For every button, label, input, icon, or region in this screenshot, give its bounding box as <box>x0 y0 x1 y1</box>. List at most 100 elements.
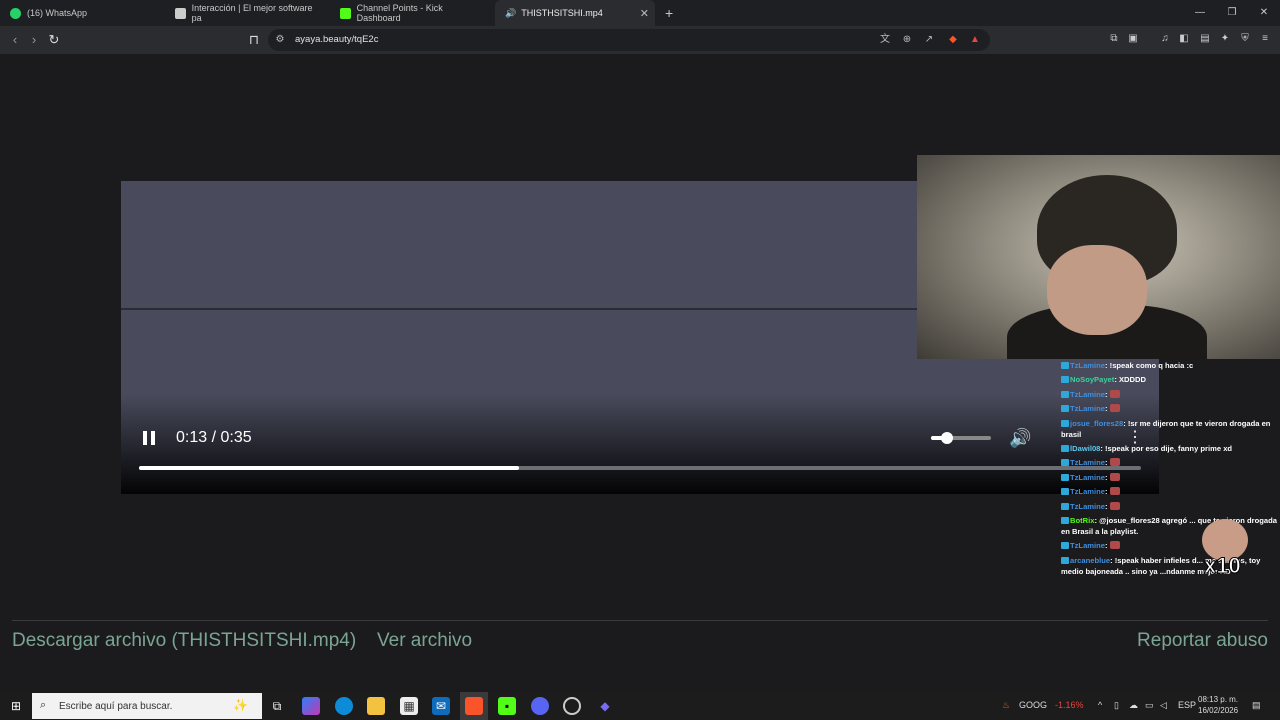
wallet-icon[interactable]: ▣ <box>1126 32 1140 46</box>
footer-divider <box>12 620 1268 621</box>
back-icon[interactable]: ‹ <box>7 32 23 48</box>
crypto-wallet-icon[interactable]: ▤ <box>1198 32 1212 46</box>
menu-icon[interactable]: ≡ <box>1258 32 1272 46</box>
volume-tray-icon[interactable]: ◁ <box>1160 700 1167 711</box>
taskbar-search[interactable]: ⌕ Escribe aquí para buscar. ✨ <box>32 693 262 719</box>
tab-interaccion[interactable]: Interacción | El mejor software pa <box>165 0 330 26</box>
chat-text: : <box>1105 389 1110 399</box>
chat-text: : <box>1105 404 1110 414</box>
brave-shield-icon[interactable]: ◆ <box>946 33 960 47</box>
forward-icon[interactable]: › <box>26 32 42 48</box>
brave-taskbar-icon[interactable] <box>460 692 488 720</box>
minecraft-icon[interactable]: ▪ <box>498 697 516 715</box>
url-text: ayaya.beauty/tqE2c <box>295 34 379 45</box>
chat-username[interactable]: TzLamine <box>1070 541 1105 550</box>
chat-badge-icon <box>1061 376 1069 384</box>
chat-text: : XDDDD <box>1114 375 1146 385</box>
copilot-icon[interactable] <box>302 697 320 715</box>
tab-whatsapp[interactable]: (16) WhatsApp <box>0 0 165 26</box>
tray-cloud-icon[interactable]: ☁ <box>1129 700 1138 711</box>
clock-date: 16/02/2026 <box>1198 706 1239 715</box>
minimize-icon[interactable]: — <box>1184 0 1216 26</box>
stock-ticker[interactable]: GOOG <box>1019 700 1047 710</box>
pause-button[interactable] <box>143 431 157 445</box>
chat-username[interactable]: TzLamine <box>1070 487 1105 496</box>
chat-badge-icon <box>1061 459 1069 467</box>
volume-knob[interactable] <box>941 432 953 444</box>
windows-start-icon[interactable]: ⊞ <box>7 697 25 715</box>
reload-icon[interactable]: ↻ <box>46 32 62 48</box>
chat-username[interactable]: BotRix <box>1070 516 1094 525</box>
chat-emote-icon <box>1109 541 1120 550</box>
chat-username[interactable]: TzLamine <box>1070 404 1105 413</box>
view-file-link[interactable]: Ver archivo <box>377 630 472 652</box>
system-clock[interactable]: 08:13 p. m. 16/02/2026 <box>1198 694 1238 716</box>
chat-text: : <box>1105 487 1110 497</box>
chat-emote-icon <box>1109 472 1120 481</box>
store-icon[interactable]: ▦ <box>400 697 418 715</box>
chat-badge-icon <box>1061 542 1069 550</box>
chat-text: : !speak como q hacia :c <box>1105 361 1194 370</box>
edge-icon[interactable] <box>335 697 353 715</box>
share-icon[interactable]: ↗ <box>922 33 936 47</box>
chat-badge-icon <box>1061 405 1069 413</box>
chat-emote-icon <box>1109 389 1120 398</box>
chat-username[interactable]: NoSoyPayet <box>1070 375 1114 384</box>
chat-badge-icon <box>1061 444 1069 452</box>
tray-device-icon[interactable]: ▯ <box>1114 700 1119 711</box>
tab-kick-dashboard[interactable]: Channel Points - Kick Dashboard <box>330 0 495 26</box>
extensions-icon[interactable]: ⧉ <box>1107 32 1121 46</box>
task-view-icon[interactable]: ⧉ <box>268 697 286 715</box>
chat-emote-icon <box>1109 404 1120 413</box>
tab-label: THISTHSITSHI.mp4 <box>521 8 603 18</box>
zoom-icon[interactable]: ⊕ <box>900 33 914 47</box>
translate-icon[interactable]: 文 <box>878 33 892 47</box>
close-window-icon[interactable]: ✕ <box>1248 0 1280 26</box>
address-bar[interactable]: ⚙ ayaya.beauty/tqE2c 文 ⊕ ↗ ◆ ▲ <box>268 29 990 51</box>
media-icon[interactable]: ♫ <box>1158 32 1172 46</box>
new-tab-button[interactable]: + <box>655 0 685 26</box>
meme-emote-overlay: x10 <box>1198 515 1252 579</box>
chat-username[interactable]: TzLamine <box>1070 473 1105 482</box>
emote-multiplier: x10 <box>1204 553 1242 579</box>
volume-slider[interactable] <box>931 436 991 440</box>
chat-text: : <box>1105 501 1110 511</box>
restore-icon[interactable]: ❐ <box>1216 0 1248 26</box>
tray-overflow-icon[interactable]: ^ <box>1098 700 1102 710</box>
seek-bar[interactable] <box>139 466 1141 470</box>
app-launcher-icon[interactable]: ◆ <box>596 697 614 715</box>
bookmark-icon[interactable]: ⊓ <box>246 32 262 48</box>
close-tab-icon[interactable]: ✕ <box>640 7 649 20</box>
time-display: 0:13 / 0:35 <box>176 429 252 446</box>
chat-message: josue_flores28: !sr me dijeron que te vi… <box>1061 418 1280 440</box>
report-abuse-link[interactable]: Reportar abuso <box>1137 630 1268 652</box>
volume-icon[interactable]: 🔊 <box>1009 428 1031 449</box>
stock-change: -1.16% <box>1055 700 1084 710</box>
chat-username[interactable]: TzLamine <box>1070 361 1105 370</box>
sidebar-icon[interactable]: ◧ <box>1177 32 1191 46</box>
obs-icon[interactable] <box>563 697 581 715</box>
chat-username[interactable]: lDawil08 <box>1070 444 1100 453</box>
chat-message: lDawil08: !speak por eso dije, fanny pri… <box>1061 443 1280 454</box>
chat-badge-icon <box>1061 473 1069 481</box>
language-indicator[interactable]: ESP <box>1178 700 1196 710</box>
chat-username[interactable]: TzLamine <box>1070 390 1105 399</box>
navigation-bar: ‹ › ↻ ⊓ ⚙ ayaya.beauty/tqE2c 文 ⊕ ↗ ◆ ▲ ⧉… <box>0 26 1280 54</box>
site-info-icon[interactable]: ⚙ <box>273 33 287 47</box>
notification-icon[interactable]: ▤ <box>1252 700 1261 711</box>
chat-username[interactable]: TzLamine <box>1070 458 1105 467</box>
chat-username[interactable]: arcaneblue <box>1070 556 1110 565</box>
tab-video[interactable]: 🔊 THISTHSITSHI.mp4 ✕ <box>495 0 655 26</box>
network-icon[interactable]: ▭ <box>1145 700 1154 711</box>
file-explorer-icon[interactable] <box>367 697 385 715</box>
leo-ai-icon[interactable]: ✦ <box>1218 32 1232 46</box>
discord-icon[interactable] <box>531 697 549 715</box>
tab-label: Channel Points - Kick Dashboard <box>356 3 443 23</box>
chat-username[interactable]: TzLamine <box>1070 502 1105 511</box>
chat-message: TzLamine: <box>1061 486 1280 497</box>
rewards-icon[interactable]: ▲ <box>968 33 982 47</box>
outlook-icon[interactable]: ✉ <box>432 697 450 715</box>
download-link[interactable]: Descargar archivo (THISTHSITSHI.mp4) <box>12 630 356 652</box>
vpn-icon[interactable]: ⛨ <box>1238 32 1252 46</box>
chat-username[interactable]: josue_flores28 <box>1070 419 1123 428</box>
